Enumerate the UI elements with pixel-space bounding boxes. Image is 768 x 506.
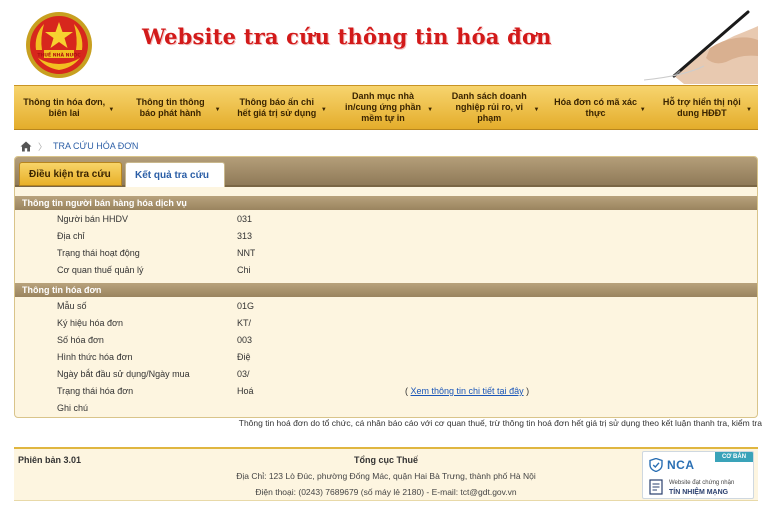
tab-search-results[interactable]: Kết quả tra cứu xyxy=(125,162,225,187)
invoice-section-header: Thông tin hóa đơn xyxy=(15,283,757,297)
field-row: Địa chỉ 313 xyxy=(15,228,757,245)
field-row: Hình thức hóa đơn Điệ xyxy=(15,349,757,366)
tab-bar: Điều kiện tra cứu Kết quả tra cứu xyxy=(15,157,757,187)
nca-ribbon: CƠ BẢN xyxy=(715,452,753,462)
nca-caption: Website đạt chứng nhận xyxy=(669,480,735,486)
field-row: Người bán HHDV 031 xyxy=(15,211,757,228)
tax-emblem-icon: THUẾ NHÀ NƯỚC xyxy=(26,12,92,78)
field-row: Mẫu số 01G xyxy=(15,298,757,315)
field-value: Hoá xyxy=(237,386,254,396)
home-icon[interactable] xyxy=(20,141,32,152)
caret-down-icon: ▼ xyxy=(427,107,434,113)
field-value: KT/ xyxy=(237,318,252,328)
nav-item-label: Thông tin thông báo phát hành xyxy=(136,96,205,118)
nav-item-einvoice-support[interactable]: Hỗ trợ hiển thị nội dung HĐĐT ▼ xyxy=(652,86,758,129)
site-title: Website tra cứu thông tin hóa đơn xyxy=(142,24,552,49)
field-value: 003 xyxy=(237,335,253,345)
field-value: 03/ xyxy=(237,369,250,379)
caret-down-icon: ▼ xyxy=(214,107,221,113)
field-value: 01G xyxy=(237,301,255,311)
nca-title: TÍN NHIỆM MẠNG xyxy=(669,489,729,496)
site-header: THUẾ NHÀ NƯỚC Website tra cứu thông tin … xyxy=(14,6,758,84)
field-value: Chi xyxy=(237,265,251,275)
results-panel: Điều kiện tra cứu Kết quả tra cứu Thông … xyxy=(14,156,758,418)
seller-section-header: Thông tin người bán hàng hóa dịch vụ xyxy=(15,196,757,210)
field-label: Người bán HHDV xyxy=(57,214,128,224)
nav-item-label: Danh mục nhà in/cung ứng phần mềm tự in xyxy=(344,91,421,123)
chevron-right-icon: 〉 xyxy=(38,141,48,152)
paren-open: ( xyxy=(405,386,408,396)
field-label: Hình thức hóa đơn xyxy=(57,352,133,362)
certificate-icon xyxy=(649,479,663,495)
footer-version: Phiên bản 3.01 xyxy=(18,455,82,465)
field-label: Số hóa đơn xyxy=(57,335,104,345)
site-footer: Tổng cục Thuế Phiên bản 3.01 Địa Chỉ: 12… xyxy=(14,447,758,501)
field-value: NNT xyxy=(237,248,255,258)
nav-item-risk-enterprises[interactable]: Danh sách doanh nghiệp rủi ro, vi phạm ▼ xyxy=(439,86,545,129)
caret-down-icon: ▼ xyxy=(320,107,327,113)
nav-item-printers-list[interactable]: Danh mục nhà in/cung ứng phần mềm tự in ▼ xyxy=(333,86,439,129)
field-row: Trạng thái hoạt động NNT xyxy=(15,245,757,262)
caret-down-icon: ▼ xyxy=(533,107,540,113)
nca-trust-badge[interactable]: CƠ BẢN NCA Website đạt chứng nhận TÍN NH… xyxy=(642,451,754,499)
caret-down-icon: ▼ xyxy=(108,107,115,113)
view-detail-link[interactable]: Xem thông tin chi tiết tại đây xyxy=(411,386,524,396)
field-value: 313 xyxy=(237,231,253,241)
nav-item-expired-notice[interactable]: Thông báo ấn chỉ hết giá trị sử dụng ▼ xyxy=(227,86,333,129)
nav-item-label: Thông tin hóa đơn, biên lai xyxy=(23,96,106,118)
field-label: Mẫu số xyxy=(57,301,87,311)
nca-logo-text: NCA xyxy=(667,458,695,472)
breadcrumb-current[interactable]: TRA CỨU HÓA ĐƠN xyxy=(53,141,138,151)
breadcrumb: 〉 TRA CỨU HÓA ĐƠN xyxy=(14,138,758,154)
field-label: Ký hiệu hóa đơn xyxy=(57,318,123,328)
field-label: Địa chỉ xyxy=(57,231,85,241)
nav-item-label: Hóa đơn có mã xác thực xyxy=(554,96,638,118)
caret-down-icon: ▼ xyxy=(639,107,646,113)
field-row: Ghi chú xyxy=(15,400,757,417)
caret-down-icon: ▼ xyxy=(746,107,752,113)
field-row: Trạng thái hóa đơn Hoá ( Xem thông tin c… xyxy=(15,383,757,400)
field-row: Số hóa đơn 003 xyxy=(15,332,757,349)
disclaimer-text: Thông tin hoá đơn do tổ chức, cá nhân bá… xyxy=(238,418,762,428)
field-value: 031 xyxy=(237,214,253,224)
pen-hand-icon xyxy=(644,6,758,84)
field-label: Trạng thái hoạt động xyxy=(57,248,140,258)
shield-icon xyxy=(649,458,663,472)
nav-item-invoice-info[interactable]: Thông tin hóa đơn, biên lai ▼ xyxy=(14,86,120,129)
field-row: Cơ quan thuế quản lý Chi xyxy=(15,262,757,279)
field-value: Điệ xyxy=(237,352,251,362)
field-label: Ngày bắt đầu sử dụng/Ngày mua xyxy=(57,369,190,379)
field-label: Ghi chú xyxy=(57,403,89,413)
nav-item-label: Thông báo ấn chỉ hết giá trị sử dụng xyxy=(237,96,317,118)
tab-search-conditions[interactable]: Điều kiện tra cứu xyxy=(19,162,122,186)
field-row: Ký hiệu hóa đơn KT/ xyxy=(15,315,757,332)
nav-item-label: Danh sách doanh nghiệp rủi ro, vi phạm xyxy=(451,91,527,123)
field-label: Cơ quan thuế quản lý xyxy=(57,265,144,275)
nav-item-authenticated-invoice[interactable]: Hóa đơn có mã xác thực ▼ xyxy=(545,86,651,129)
paren-close: ) xyxy=(526,386,530,396)
field-row: Ngày bắt đầu sử dụng/Ngày mua 03/ xyxy=(15,366,757,383)
main-nav: Thông tin hóa đơn, biên lai ▼ Thông tin t… xyxy=(14,85,758,130)
nav-item-label: Hỗ trợ hiển thị nội dung HĐĐT xyxy=(662,96,741,118)
nav-item-issuance-notice[interactable]: Thông tin thông báo phát hành ▼ xyxy=(120,86,226,129)
detail-link-wrapper: ( Xem thông tin chi tiết tại đây ) xyxy=(405,386,529,396)
field-label: Trạng thái hóa đơn xyxy=(57,386,134,396)
